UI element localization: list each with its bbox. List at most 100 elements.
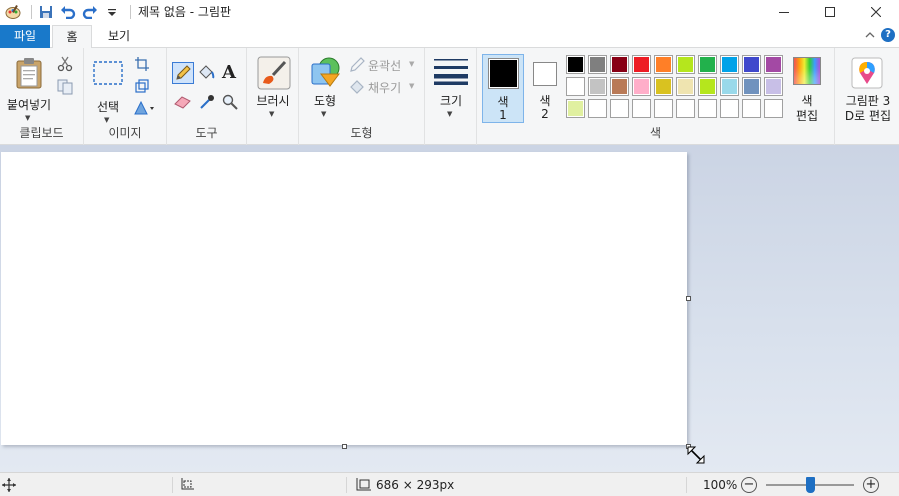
paint-app-icon[interactable] xyxy=(4,3,22,21)
image-group: 선택 ▼ 이미지 xyxy=(84,48,167,145)
palette-swatch[interactable] xyxy=(588,77,607,96)
color1-number: 1 xyxy=(499,108,507,122)
save-icon[interactable] xyxy=(37,3,55,21)
close-button[interactable] xyxy=(853,0,899,23)
color2-button[interactable]: 색 2 xyxy=(527,54,563,123)
chevron-down-icon: ▼ xyxy=(409,82,415,90)
edit-colors-label-2: 편집 xyxy=(795,109,819,123)
edit-colors-button[interactable]: 색 편집 xyxy=(789,54,825,124)
line-width-icon xyxy=(434,57,468,88)
tab-file[interactable]: 파일 xyxy=(0,25,50,48)
palette-swatch[interactable] xyxy=(632,55,651,74)
color-picker-icon[interactable] xyxy=(199,94,215,113)
chevron-down-icon: ▼ xyxy=(269,110,275,118)
palette-swatch[interactable] xyxy=(566,77,585,96)
swatch-fill xyxy=(656,57,671,72)
magnifier-icon[interactable] xyxy=(222,94,238,113)
image-group-label: 이미지 xyxy=(108,126,142,140)
palette-swatch[interactable] xyxy=(654,99,673,118)
palette-swatch[interactable] xyxy=(742,77,761,96)
fill-button[interactable]: 채우기 ▼ xyxy=(349,78,419,96)
minimize-button[interactable] xyxy=(761,0,807,23)
swatch-fill xyxy=(568,79,583,94)
paste-button[interactable]: 붙여넣기 ▼ xyxy=(3,52,51,124)
ribbon: 붙여넣기 ▼ 클립보드 선택 ▼ 이미지 A 도구 브러시 ▼ 도형 ▼ 윤곽선… xyxy=(0,48,899,145)
outline-button[interactable]: 윤곽선 ▼ xyxy=(349,56,419,74)
swatch-fill xyxy=(700,101,715,116)
palette-swatch[interactable] xyxy=(566,99,585,118)
eraser-icon[interactable] xyxy=(174,95,192,112)
paint3d-label-2: D로 편집 xyxy=(844,109,892,123)
palette-swatch[interactable] xyxy=(588,99,607,118)
swatch-fill xyxy=(678,101,693,116)
palette-swatch[interactable] xyxy=(654,55,673,74)
palette-swatch[interactable] xyxy=(676,99,695,118)
color1-button[interactable]: 색 1 xyxy=(482,54,524,123)
palette-swatch[interactable] xyxy=(698,55,717,74)
drawing-canvas[interactable] xyxy=(1,152,687,445)
rotate-icon[interactable] xyxy=(134,100,156,118)
size-button[interactable]: 크기 ▼ xyxy=(431,54,471,124)
palette-swatch[interactable] xyxy=(698,99,717,118)
title-bar: 제목 없음 - 그림판 xyxy=(0,0,899,23)
tab-home[interactable]: 홈 xyxy=(52,25,92,49)
color1-fill xyxy=(490,60,517,87)
palette-swatch[interactable] xyxy=(676,77,695,96)
color2-fill xyxy=(535,64,555,84)
fill-bucket-icon[interactable] xyxy=(197,64,215,85)
brushes-button[interactable]: 브러시 ▼ xyxy=(250,54,296,124)
collapse-ribbon-icon[interactable] xyxy=(865,29,875,42)
resize-handle-right[interactable] xyxy=(686,296,691,301)
swatch-fill xyxy=(700,57,715,72)
tab-view[interactable]: 보기 xyxy=(96,25,142,48)
redo-icon[interactable] xyxy=(81,3,99,21)
palette-swatch[interactable] xyxy=(676,55,695,74)
swatch-fill xyxy=(744,79,759,94)
palette-swatch[interactable] xyxy=(632,99,651,118)
shapes-button[interactable]: 도형 ▼ xyxy=(305,54,345,124)
pencil-icon[interactable] xyxy=(172,62,194,84)
swatch-fill xyxy=(634,79,649,94)
shapes-label: 도형 xyxy=(313,94,337,108)
resize-handle-bottom[interactable] xyxy=(342,444,347,449)
palette-swatch[interactable] xyxy=(742,55,761,74)
palette-swatch[interactable] xyxy=(764,77,783,96)
edit-with-paint3d-button[interactable]: 그림판 3 D로 편집 xyxy=(837,54,899,134)
undo-icon[interactable] xyxy=(59,3,77,21)
toolbar-separator xyxy=(31,4,32,19)
zoom-slider-thumb[interactable] xyxy=(806,477,815,493)
palette-swatch[interactable] xyxy=(588,55,607,74)
palette-swatch[interactable] xyxy=(720,55,739,74)
palette-swatch[interactable] xyxy=(720,77,739,96)
brush-icon xyxy=(257,56,291,93)
palette-swatch[interactable] xyxy=(764,55,783,74)
swatch-fill xyxy=(766,101,781,116)
maximize-button[interactable] xyxy=(807,0,853,23)
zoom-in-button[interactable]: + xyxy=(863,477,879,493)
customize-toolbar-icon[interactable] xyxy=(103,3,121,21)
zoom-out-button[interactable]: − xyxy=(741,477,757,493)
palette-swatch[interactable] xyxy=(764,99,783,118)
crop-icon[interactable] xyxy=(135,57,149,74)
select-button[interactable]: 선택 ▼ xyxy=(90,54,126,124)
help-icon[interactable]: ? xyxy=(881,28,895,42)
palette-swatch[interactable] xyxy=(720,99,739,118)
paint3d-group: 그림판 3 D로 편집 xyxy=(835,48,899,145)
text-tool-icon[interactable]: A xyxy=(222,62,236,83)
zoom-percent: 100% xyxy=(703,478,738,492)
cut-icon[interactable] xyxy=(57,56,73,75)
palette-swatch[interactable] xyxy=(742,99,761,118)
palette-swatch[interactable] xyxy=(566,55,585,74)
swatch-fill xyxy=(700,79,715,94)
swatch-fill xyxy=(678,57,693,72)
palette-swatch[interactable] xyxy=(610,55,629,74)
resize-icon[interactable] xyxy=(135,79,149,96)
color-palette xyxy=(566,55,788,121)
copy-icon[interactable] xyxy=(57,79,73,98)
palette-swatch[interactable] xyxy=(632,77,651,96)
palette-swatch[interactable] xyxy=(654,77,673,96)
swatch-fill xyxy=(634,101,649,116)
palette-swatch[interactable] xyxy=(610,99,629,118)
palette-swatch[interactable] xyxy=(610,77,629,96)
palette-swatch[interactable] xyxy=(698,77,717,96)
